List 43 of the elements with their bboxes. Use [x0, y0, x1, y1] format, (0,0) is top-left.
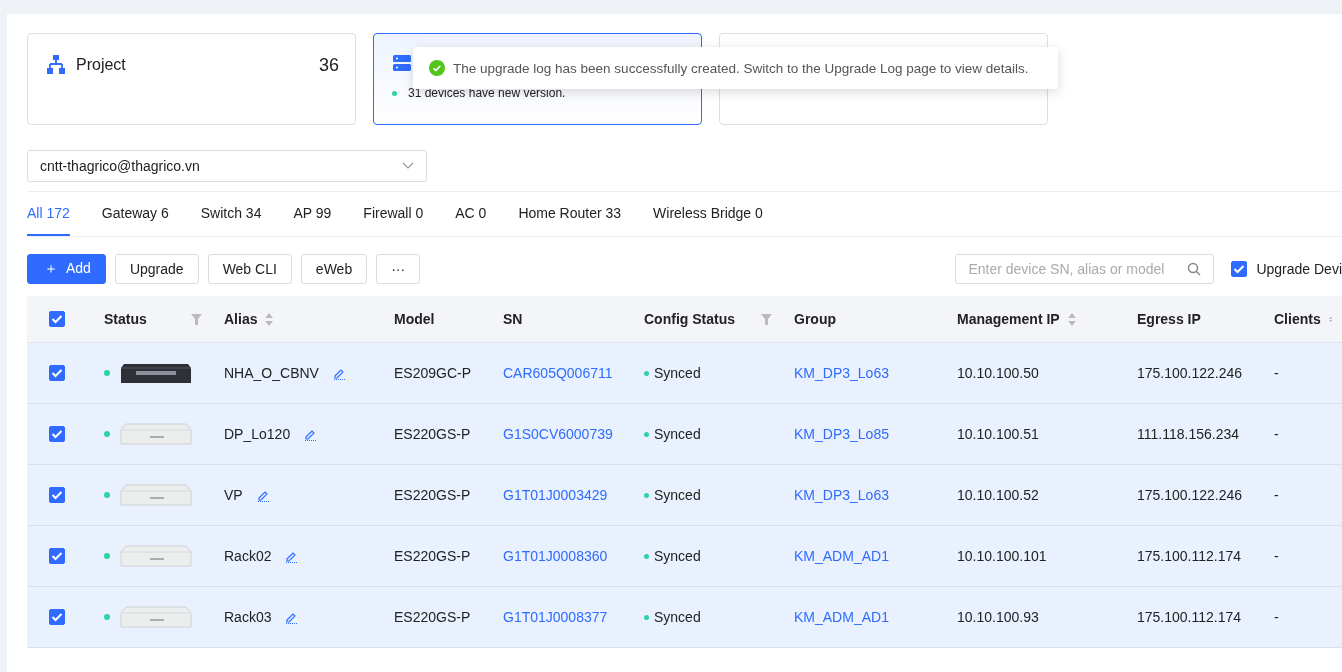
model-text: ES220GS-P [394, 548, 471, 564]
ip-text: 175.100.112.174 [1137, 548, 1242, 564]
config-status-text: Synced [654, 609, 701, 625]
column-header: Clients [1274, 311, 1321, 327]
toast-message: The upgrade log has been successfully created. Switch to the Upgrade Log page to view details. [453, 60, 1029, 76]
column-header: Alias [224, 311, 258, 327]
clients-text: - [1274, 609, 1279, 625]
ip-text: 10.10.100.101 [957, 548, 1047, 564]
ip-text: 10.10.100.93 [957, 609, 1039, 625]
ip-text: 175.100.112.174 [1137, 609, 1242, 625]
column-header: Model [394, 311, 435, 327]
card-label: Project [76, 56, 126, 74]
ip-text: 10.10.100.52 [957, 487, 1039, 503]
clients-text: - [1274, 426, 1279, 442]
config-status-text: Synced [654, 426, 701, 442]
ip-text: 175.100.122.246 [1137, 365, 1243, 381]
column-header: SN [503, 311, 523, 327]
ip-text: 10.10.100.50 [957, 365, 1039, 381]
clients-text: - [1274, 487, 1279, 503]
column-header: Egress IP [1137, 311, 1201, 327]
alias-text: NHA_O_CBNV [224, 365, 319, 381]
config-status-text: Synced [654, 365, 701, 381]
model-text: ES220GS-P [394, 426, 471, 442]
model-text: ES209GC-P [394, 365, 472, 381]
config-status-text: Synced [654, 548, 701, 564]
model-text: ES220GS-P [394, 609, 471, 625]
column-header: Group [794, 311, 836, 327]
alias-text: DP_Lo120 [224, 426, 291, 442]
ip-text: 175.100.122.246 [1137, 487, 1243, 503]
column-header: Management IP [957, 311, 1060, 327]
ip-text: 111.118.156.234 [1137, 426, 1239, 442]
clients-text: - [1274, 548, 1279, 564]
card-count: 36 [318, 54, 339, 76]
filter-label: Upgrade Devi [1256, 261, 1342, 277]
clients-text: - [1274, 365, 1279, 381]
model-text: ES220GS-P [394, 487, 471, 503]
alias-text: VP [224, 487, 243, 503]
ip-text: 10.10.100.51 [957, 426, 1039, 442]
column-header: Status [104, 311, 147, 327]
column-header: Config Status [644, 311, 735, 327]
config-status-text: Synced [654, 487, 701, 503]
alias-text: Rack03 [224, 609, 272, 625]
alias-text: Rack02 [224, 548, 272, 564]
